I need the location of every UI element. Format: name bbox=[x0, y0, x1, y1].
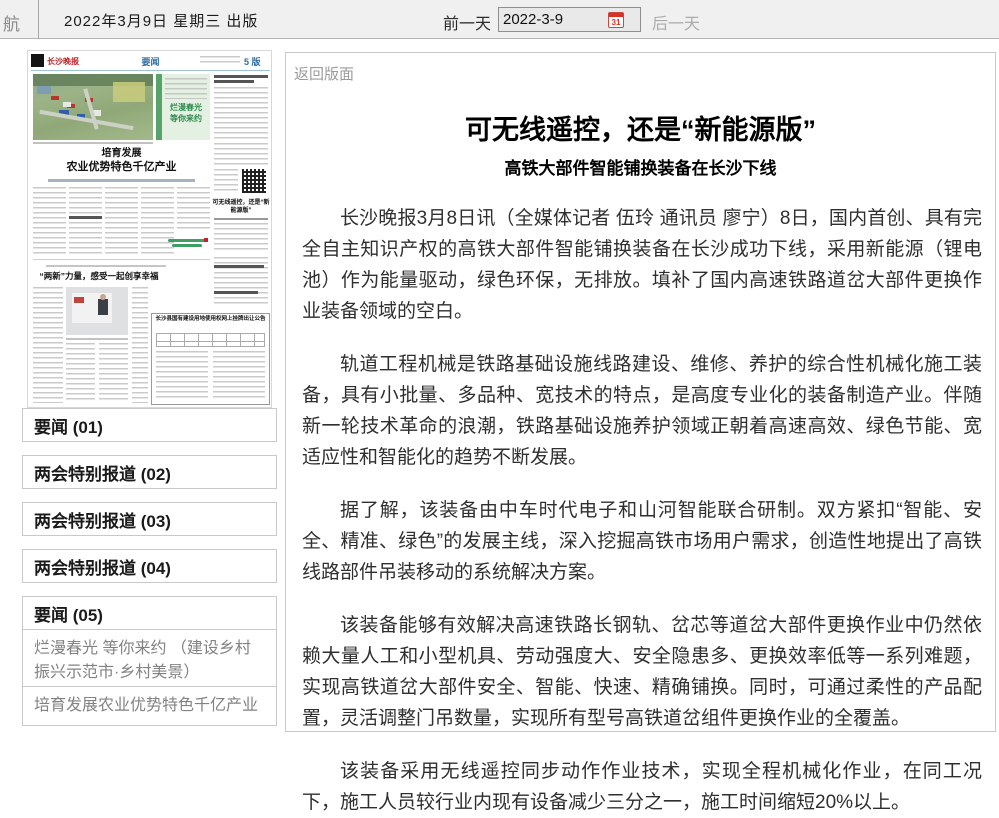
publication-date-text: 2022年3月9日 星期三 出版 bbox=[64, 10, 258, 31]
sidebar-article-link[interactable]: 烂漫春光 等你来约 （建设乡村振兴示范市·乡村美景） bbox=[22, 629, 277, 693]
thumb-headline-bar bbox=[69, 216, 102, 219]
thumb-page-number: 5 版 bbox=[244, 55, 261, 68]
photo2-caption-line bbox=[66, 338, 128, 340]
thumb-main-headline-line2: 农业优势特色千亿产业 bbox=[33, 160, 210, 174]
calendar-icon[interactable]: 31 bbox=[608, 12, 624, 28]
calendar-icon-day: 31 bbox=[609, 18, 623, 28]
worker-photo bbox=[66, 287, 128, 335]
sidebar-section-yaowen-01[interactable]: 要闻 (01) bbox=[22, 408, 277, 442]
thumb-headline-bar bbox=[214, 75, 268, 78]
thumb-text-column bbox=[141, 187, 174, 257]
article-paragraph: 长沙晚报3月8日讯（全媒体记者 伍玲 通讯员 廖宁）8日，国内首创、具有完全自主… bbox=[302, 203, 982, 327]
thumb-text-column bbox=[213, 351, 265, 401]
thumb-text-column bbox=[66, 343, 95, 403]
aerial-village-photo bbox=[33, 74, 153, 140]
calendar-icon-header bbox=[609, 13, 623, 17]
photo-field bbox=[113, 82, 145, 102]
photo-pond bbox=[37, 86, 51, 94]
green-feature-title-line2: 等你来约 bbox=[164, 114, 208, 123]
thumb-text-lines bbox=[214, 169, 238, 193]
green-logo-stroke bbox=[172, 244, 202, 247]
thumb-headline-bar bbox=[214, 80, 254, 83]
article-subtitle: 高铁大部件智能铺换装备在长沙下线 bbox=[296, 154, 985, 179]
sidebar-section-lianghui-03[interactable]: 两会特别报道 (03) bbox=[22, 502, 277, 536]
green-feature-text-lines bbox=[165, 78, 207, 99]
article-paragraph: 该装备能够有效解决高速铁路长钢轨、岔芯等道岔大部件更换作业中仍然依赖大量人工和小… bbox=[302, 610, 982, 734]
toolbar-divider bbox=[38, 0, 39, 39]
thumb-text-lines bbox=[214, 143, 268, 167]
photo-caption-line bbox=[33, 142, 153, 144]
thumb-main-headline-line1: 培育发展 bbox=[33, 148, 210, 160]
land-notice-box: 长沙县国有建设用地使用权网上挂牌出让公告 bbox=[151, 313, 270, 405]
green-feature-title-line1: 烂漫春光 bbox=[164, 103, 208, 112]
land-notice-title: 长沙县国有建设用地使用权网上挂牌出让公告 bbox=[154, 316, 267, 323]
top-toolbar: 航 2022年3月9日 星期三 出版 前一天 31 后一天 bbox=[0, 0, 999, 39]
sidebar-section-yaowen-05[interactable]: 要闻 (05) bbox=[22, 596, 277, 630]
date-input[interactable] bbox=[503, 11, 608, 28]
photo2-figure bbox=[98, 299, 108, 315]
nav-label-clipped[interactable]: 航 bbox=[3, 10, 20, 35]
photo2-head bbox=[100, 294, 106, 300]
red-seal-mark bbox=[204, 238, 208, 242]
photo-building bbox=[63, 102, 71, 107]
sidebar-section-lianghui-02[interactable]: 两会特别报道 (02) bbox=[22, 455, 277, 489]
thumb-text-column bbox=[99, 343, 128, 403]
thumb-subhead-line bbox=[48, 179, 195, 182]
sidebar-section-lianghui-04[interactable]: 两会特别报道 (04) bbox=[22, 549, 277, 583]
date-picker-field[interactable]: 31 bbox=[498, 7, 641, 32]
thumb-text-column bbox=[33, 187, 66, 257]
newspaper-page-thumbnail[interactable]: 长沙晚报 要闻 5 版 烂漫春光 等你来约 可无线遥控，还是“新能源版” 培育发… bbox=[27, 50, 272, 408]
thumb-kicker-line bbox=[46, 265, 166, 267]
thumb-page-info-lines bbox=[200, 56, 240, 66]
thumb-second-headline: “两新”力量，感受一起创享幸福 bbox=[33, 270, 165, 282]
photo-road bbox=[39, 110, 133, 130]
thumb-text-column bbox=[156, 351, 208, 401]
thumb-header-rule bbox=[31, 70, 270, 71]
thumb-text-column bbox=[33, 287, 63, 403]
green-logo-stroke bbox=[168, 239, 208, 242]
next-day-button[interactable]: 后一天 bbox=[652, 10, 700, 34]
article-paragraph: 轨道工程机械是铁路基础设施线路建设、维修、养护的综合性机械化施工装备，具有小批量… bbox=[302, 349, 982, 473]
back-to-page-link[interactable]: 返回版面 bbox=[294, 63, 354, 84]
green-feature-tab bbox=[156, 74, 162, 140]
thumb-text-column bbox=[69, 187, 102, 257]
land-notice-table bbox=[156, 333, 265, 347]
thumb-text-lines bbox=[214, 87, 268, 139]
thumb-headline-bar bbox=[214, 265, 264, 268]
article-title: 可无线遥控，还是“新能源版” bbox=[296, 108, 985, 147]
article-body: 长沙晚报3月8日讯（全媒体记者 伍玲 通讯员 廖宁）8日，国内首创、具有完全自主… bbox=[302, 203, 982, 818]
article-panel: 返回版面 可无线遥控，还是“新能源版” 高铁大部件智能铺换装备在长沙下线 长沙晚… bbox=[285, 52, 996, 732]
thumb-text-column bbox=[105, 187, 138, 257]
thumb-wireless-headline: 可无线遥控，还是“新能源版” bbox=[211, 199, 271, 215]
thumb-headline-bar bbox=[214, 291, 258, 294]
thumb-section-divider bbox=[33, 259, 210, 260]
photo2-red-part bbox=[74, 297, 84, 303]
thumb-wireless-subtitle-line bbox=[214, 218, 268, 220]
article-paragraph: 据了解，该装备由中车时代电子和山河智能联合研制。双方紧扣“智能、安全、精准、绿色… bbox=[302, 495, 982, 588]
article-paragraph: 该装备采用无线遥控同步动作作业技术，实现全程机械化作业，在同工况下，施工人员较行… bbox=[302, 756, 982, 818]
previous-day-button[interactable]: 前一天 bbox=[443, 10, 491, 34]
photo-roof-red bbox=[51, 96, 59, 100]
photo-road bbox=[83, 88, 98, 129]
thumb-text-column bbox=[177, 187, 210, 232]
sidebar-article-link[interactable]: 培育发展农业优势特色千亿产业 bbox=[22, 686, 277, 726]
thumb-text-column bbox=[132, 287, 148, 403]
thumb-text-lines bbox=[214, 223, 268, 253]
qr-code bbox=[242, 169, 266, 193]
